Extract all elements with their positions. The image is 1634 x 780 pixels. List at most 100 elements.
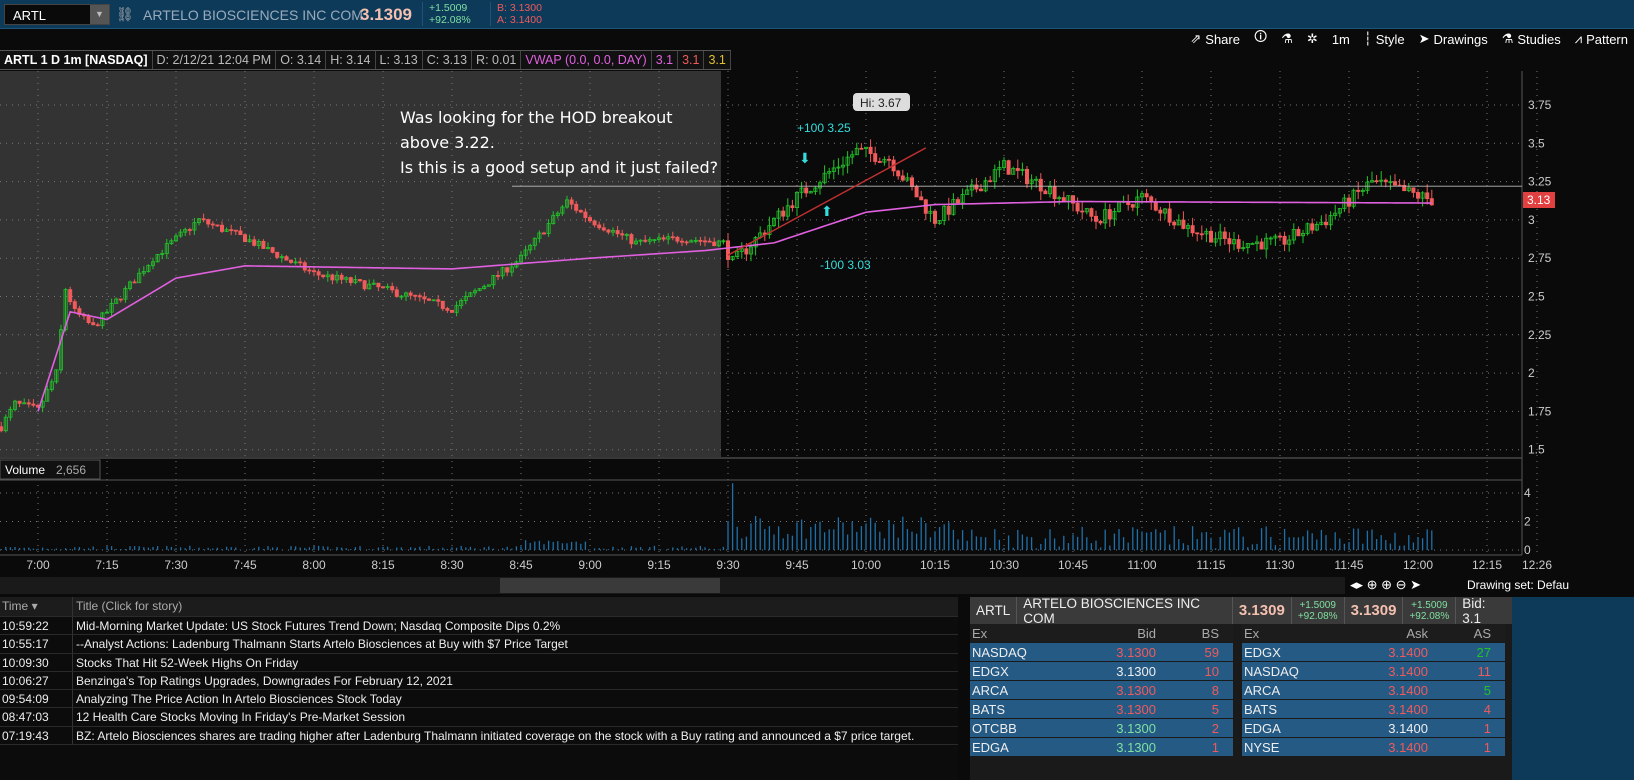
level2-header: ARTL ARTELO BIOSCIENCES INC COM 3.1309 +… <box>970 596 1512 626</box>
col-title[interactable]: Title (Click for story) <box>73 597 182 616</box>
exchange: NASDAQ <box>1244 664 1299 679</box>
candle-body <box>1094 215 1099 222</box>
col-size[interactable]: AS <box>1431 624 1495 642</box>
bids-row[interactable]: ARCA 3.1300 8 <box>970 681 1233 700</box>
news-row[interactable]: 07:19:43 BZ: Artelo Biosciences shares ar… <box>0 726 958 746</box>
trendline[interactable] <box>727 147 927 256</box>
news-row[interactable]: 10:59:22 Mid-Morning Market Update: US St… <box>0 617 958 636</box>
bids-row[interactable]: BATS 3.1300 5 <box>970 700 1233 719</box>
annotation-line-1: Was looking for the HOD breakout <box>400 108 673 127</box>
news-row[interactable]: 10:09:30 Stocks That Hit 52-Week Highs On… <box>0 653 958 672</box>
col-size[interactable]: BS <box>1159 624 1223 642</box>
candle-body <box>974 184 979 190</box>
news-title[interactable]: Benzinga's Top Ratings Upgrades, Downgra… <box>73 672 453 689</box>
col-price[interactable]: Bid <box>1044 624 1159 642</box>
candle-body <box>670 236 675 239</box>
candle-body <box>923 199 928 214</box>
exchange: EDGA <box>1244 721 1281 736</box>
bids-row[interactable]: EDGA 3.1300 1 <box>970 738 1233 757</box>
bids-row[interactable]: EDGX 3.1300 10 <box>970 662 1233 681</box>
time-tick: 12:00 <box>1403 558 1433 572</box>
l2-bid: Bid: 3.1 <box>1462 597 1486 624</box>
col-time[interactable]: Time ▾ <box>0 597 73 616</box>
col-price[interactable]: Ask <box>1316 624 1431 642</box>
ask-table: Ex Ask AS EDGX 3.1400 27 NASDAQ 3.1400 11 ARCA 3.1… <box>1242 624 1505 757</box>
exchange: BATS <box>1244 702 1277 717</box>
candle-body <box>569 199 574 205</box>
time-tick: 10:15 <box>920 558 950 572</box>
news-title[interactable]: --Analyst Actions: Ladenburg Thalmann St… <box>73 635 568 652</box>
asks-row[interactable]: EDGX 3.1400 27 <box>1242 643 1505 662</box>
candle-body <box>988 180 993 183</box>
news-row[interactable]: 10:55:17 --Analyst Actions: Ladenburg Tha… <box>0 635 958 654</box>
bids-row[interactable]: NASDAQ 3.1300 59 <box>970 643 1233 662</box>
candle-body <box>1227 238 1232 245</box>
bids-row[interactable]: OTCBB 3.1300 2 <box>970 719 1233 738</box>
price: 3.1300 <box>1116 683 1156 698</box>
asks-row[interactable]: NYSE 3.1400 1 <box>1242 738 1505 757</box>
exchange: NYSE <box>1244 740 1280 755</box>
candle-body <box>868 146 873 154</box>
time-tick: 8:30 <box>440 558 464 572</box>
news-time: 09:54:09 <box>0 690 73 708</box>
candle-body <box>707 240 712 243</box>
price-chart[interactable]: 3.753.53.2532.752.52.2521.751.57:00 7:15 7… <box>0 0 1634 597</box>
news-row[interactable]: 08:47:03 12 Health Care Stocks Moving In … <box>0 708 958 727</box>
candle-body <box>1172 221 1177 226</box>
candle-body <box>495 275 500 277</box>
news-title[interactable]: Mid-Morning Market Update: US Stock Futu… <box>73 617 560 634</box>
size: 27 <box>1476 645 1491 660</box>
news-title[interactable]: 12 Health Care Stocks Moving In Friday's… <box>73 708 405 725</box>
candle-body <box>229 229 234 232</box>
size: 5 <box>1483 683 1491 698</box>
candle-body <box>210 223 215 226</box>
candle-body <box>394 289 399 297</box>
l2-symbol[interactable]: ARTL <box>970 597 1018 624</box>
candle-body <box>1282 235 1287 245</box>
col-ex[interactable]: Ex <box>1242 624 1316 642</box>
asks-row[interactable]: NASDAQ 3.1400 11 <box>1242 662 1505 681</box>
scrollbar-thumb[interactable] <box>500 578 720 593</box>
candle-body <box>86 315 91 324</box>
candle-body <box>505 267 510 273</box>
asks-row[interactable]: ARCA 3.1400 5 <box>1242 681 1505 700</box>
news-title[interactable]: Analyzing The Price Action In Artelo Bio… <box>73 690 402 707</box>
candle-body <box>744 248 749 255</box>
candle-body <box>1089 208 1094 217</box>
candle-body <box>1209 230 1214 243</box>
exchange: EDGX <box>972 664 1009 679</box>
candle-body <box>449 309 454 313</box>
candle-body <box>1411 187 1416 193</box>
volume-value: 2,656 <box>56 463 86 477</box>
time-tick: 7:30 <box>164 558 188 572</box>
candle-body <box>578 209 583 213</box>
l2-last: 3.1309 <box>1233 597 1292 624</box>
size: 8 <box>1211 683 1219 698</box>
asks-row[interactable]: EDGA 3.1400 1 <box>1242 719 1505 738</box>
candle-body <box>859 147 864 150</box>
candle-body <box>270 247 275 253</box>
zoom-tools-icons[interactable]: ◂▸ ⊕ ⊕ ⊖ ➤ <box>1350 577 1421 592</box>
news-title[interactable]: Stocks That Hit 52-Week Highs On Friday <box>73 654 298 671</box>
candle-body <box>615 230 620 235</box>
candle-body <box>781 210 786 217</box>
price-tick: 2 <box>1528 366 1535 380</box>
news-title[interactable]: BZ: Artelo Biosciences shares are tradin… <box>73 727 914 744</box>
candle-body <box>31 403 36 406</box>
news-header: Time ▾ Title (Click for story) <box>0 597 958 617</box>
candle-body <box>592 220 597 226</box>
candle-body <box>426 298 431 301</box>
candle-body <box>238 230 243 236</box>
news-row[interactable]: 10:06:27 Benzinga's Top Ratings Upgrades,… <box>0 671 958 691</box>
candle-body <box>979 188 984 192</box>
time-tick: 11:00 <box>1127 558 1156 572</box>
news-time: 10:06:27 <box>0 671 73 690</box>
candle-body <box>436 299 441 302</box>
price: 3.1400 <box>1388 683 1428 698</box>
size: 1 <box>1483 740 1491 755</box>
candle-body <box>261 240 266 249</box>
drawing-set[interactable]: Drawing set: Defau <box>1467 578 1569 592</box>
col-ex[interactable]: Ex <box>970 624 1044 642</box>
news-row[interactable]: 09:54:09 Analyzing The Price Action In Ar… <box>0 690 958 709</box>
asks-row[interactable]: BATS 3.1400 4 <box>1242 700 1505 719</box>
